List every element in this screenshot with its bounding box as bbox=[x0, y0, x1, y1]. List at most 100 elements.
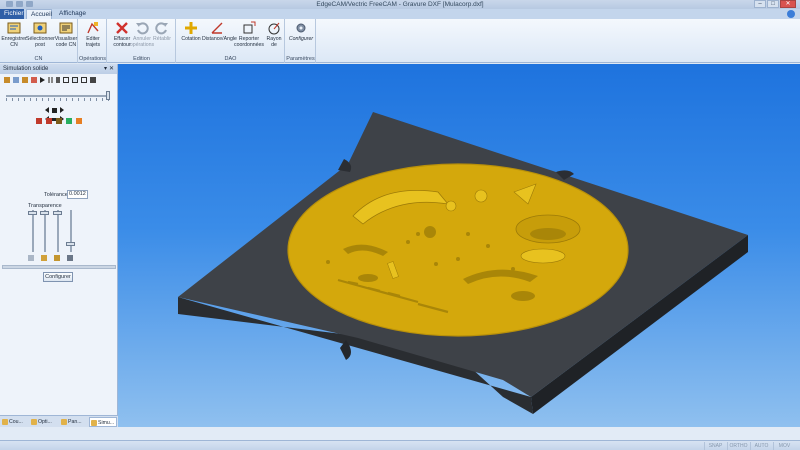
simulation-speed-track[interactable] bbox=[6, 95, 110, 97]
engraved-dot-2 bbox=[416, 232, 420, 236]
redo-button[interactable]: Rétablir bbox=[148, 21, 176, 42]
transparency-slider-1[interactable] bbox=[32, 210, 34, 252]
engraved-hole-3 bbox=[474, 189, 488, 203]
configure-ribbon-button[interactable]: Configurer bbox=[287, 21, 315, 42]
engraved-dot-6 bbox=[434, 262, 438, 266]
step-icon[interactable] bbox=[56, 77, 60, 83]
pause-icon[interactable] bbox=[48, 77, 53, 83]
cutter-icon-2[interactable] bbox=[46, 118, 52, 124]
distance-angle-icon bbox=[211, 22, 223, 34]
transparency-slider-2[interactable] bbox=[44, 210, 46, 252]
group-dao: Cotation Distance/Angle Reporter coordon… bbox=[177, 19, 285, 63]
tool-holder-icon bbox=[41, 255, 47, 261]
cutter-icon-1[interactable] bbox=[36, 118, 42, 124]
view-nc-code-icon bbox=[59, 22, 73, 34]
tolerance-input[interactable]: 0.0012 bbox=[67, 190, 88, 199]
transparency-thumb-3[interactable] bbox=[53, 211, 62, 215]
report-coordinates-button[interactable]: Reporter coordonnées bbox=[234, 21, 264, 48]
tab-options[interactable]: Opti... bbox=[30, 417, 59, 427]
engraved-hole-2 bbox=[445, 200, 457, 212]
dimension-button[interactable]: Cotation bbox=[177, 21, 205, 42]
engraved-hole-1 bbox=[424, 226, 436, 238]
save-nc-button[interactable]: Enregistrer CN bbox=[0, 21, 28, 48]
group-operations: Editer trajets Opérations bbox=[79, 19, 107, 63]
tab-fichier[interactable]: Fichier bbox=[0, 9, 24, 19]
tab-contours[interactable]: Cou... bbox=[1, 417, 29, 427]
status-bar: SNAP ORTHO AUTO MOV bbox=[0, 440, 800, 450]
view-front-icon[interactable] bbox=[81, 77, 87, 83]
tab-simulation[interactable]: Simu... bbox=[89, 417, 117, 427]
tab-accueil[interactable]: Accueil bbox=[26, 9, 52, 19]
transparency-thumb-4[interactable] bbox=[66, 242, 75, 246]
view-iso-icon[interactable] bbox=[72, 77, 78, 83]
window-title: EdgeCAM/Vectric FreeCAM - Gravure DXF [M… bbox=[316, 1, 484, 8]
reset-icon[interactable] bbox=[31, 77, 37, 83]
gear-icon bbox=[296, 23, 306, 33]
radius-button[interactable]: Rayon de bbox=[263, 21, 285, 48]
select-post-icon bbox=[33, 22, 47, 34]
radius-icon bbox=[268, 22, 280, 35]
engraved-dot-4 bbox=[486, 244, 490, 248]
panel-splitter[interactable] bbox=[2, 265, 116, 269]
tab-affichage[interactable]: Affichage bbox=[55, 9, 90, 19]
auto-toggle[interactable]: AUTO bbox=[750, 442, 772, 450]
simulation-toolbar bbox=[4, 77, 96, 83]
select-post-button[interactable]: Sélectionner post bbox=[26, 21, 55, 48]
tolerance-label: Tolérance bbox=[44, 192, 68, 198]
3d-viewport[interactable] bbox=[118, 64, 800, 427]
ortho-toggle[interactable]: ORTHO bbox=[727, 442, 749, 450]
group-edition: Effacer contour Annuler opérations Rétab… bbox=[108, 19, 176, 63]
material-icon[interactable] bbox=[56, 118, 62, 124]
playback-controls bbox=[45, 107, 64, 113]
engraved-dot-5 bbox=[456, 257, 460, 261]
engraved-ring-inner bbox=[530, 228, 566, 240]
engraved-dot-7 bbox=[511, 267, 515, 271]
help-icon[interactable] bbox=[787, 10, 795, 18]
view-side-icon[interactable] bbox=[90, 77, 96, 83]
transparency-thumb-1[interactable] bbox=[28, 211, 37, 215]
snap-toggle[interactable]: SNAP bbox=[704, 442, 726, 450]
tool-toolbar bbox=[36, 118, 82, 124]
coordinates-icon bbox=[243, 21, 256, 34]
panel-close-icon[interactable]: ✕ bbox=[109, 66, 114, 72]
simulate-all-icon[interactable] bbox=[4, 77, 10, 83]
engraved-dot-3 bbox=[466, 232, 470, 236]
distance-angle-button[interactable]: Distance/Angle bbox=[202, 21, 237, 42]
viewport-bottom-strip bbox=[0, 427, 800, 440]
play-icon[interactable] bbox=[40, 77, 45, 83]
collision-icon[interactable] bbox=[66, 118, 72, 124]
simulation-speed-thumb[interactable] bbox=[106, 91, 110, 100]
mov-toggle[interactable]: MOV bbox=[773, 442, 795, 450]
engraved-dot-1 bbox=[406, 240, 410, 244]
stock-notch-1 bbox=[338, 159, 352, 172]
engraved-pocket-2 bbox=[358, 274, 378, 282]
minimize-button[interactable]: – bbox=[754, 0, 766, 8]
view-nc-code-button[interactable]: Visualiser code CN bbox=[52, 21, 80, 48]
engraved-boss-right bbox=[520, 248, 566, 264]
transparency-icons bbox=[28, 255, 73, 261]
tool-icon[interactable] bbox=[22, 77, 28, 83]
undo-icon bbox=[136, 22, 149, 35]
panel-title: Simulation solide bbox=[3, 66, 49, 72]
configure-button[interactable]: Configurer bbox=[43, 272, 73, 282]
close-button[interactable]: ✕ bbox=[780, 0, 796, 8]
stop-icon[interactable] bbox=[52, 107, 57, 113]
color-icon[interactable] bbox=[76, 118, 82, 124]
fixture-icon bbox=[67, 255, 73, 261]
engraved-pocket-1 bbox=[511, 291, 535, 301]
forward-icon[interactable] bbox=[60, 107, 64, 113]
tab-panneaux[interactable]: Pan... bbox=[60, 417, 88, 427]
view-top-icon[interactable] bbox=[63, 77, 69, 83]
simulate-selected-icon[interactable] bbox=[13, 77, 19, 83]
simulation-panel: Simulation solide ▾ ✕ Tolérance 0.0012 T… bbox=[0, 64, 118, 415]
ribbon-tab-bar: Fichier Accueil Affichage bbox=[0, 9, 800, 19]
pin-icon[interactable]: ▾ bbox=[104, 66, 107, 72]
transparency-thumb-2[interactable] bbox=[40, 211, 49, 215]
group-cn: Enregistrer CN Sélectionner post Visuali… bbox=[0, 19, 78, 63]
edit-toolpaths-button[interactable]: Editer trajets bbox=[79, 21, 107, 48]
rewind-icon[interactable] bbox=[45, 107, 49, 113]
engraved-disc bbox=[288, 164, 628, 336]
maximize-button[interactable]: □ bbox=[767, 0, 779, 8]
edit-toolpaths-icon bbox=[87, 22, 99, 34]
transparency-slider-3[interactable] bbox=[57, 210, 59, 252]
